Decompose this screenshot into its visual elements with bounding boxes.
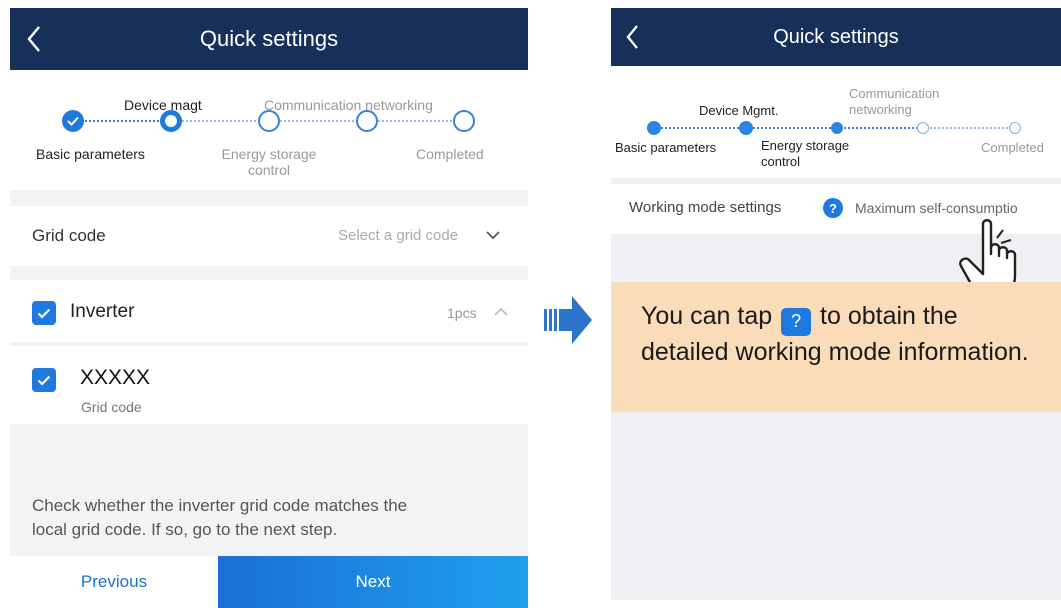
device-item-checkbox[interactable] <box>32 368 56 392</box>
step-label-completed: Completed <box>416 146 484 162</box>
step-label-communication: Communication networking <box>264 97 433 113</box>
question-badge-icon: ? <box>781 307 812 336</box>
step-dot-pending <box>453 110 475 132</box>
device-count: 1pcs <box>447 305 477 321</box>
left-header: Quick settings <box>10 8 528 70</box>
working-mode-value[interactable]: Maximum self-consumptio <box>855 200 1018 216</box>
left-stepper: Device magt Communication networking Bas… <box>10 70 528 190</box>
step-connector <box>841 127 921 129</box>
step-connector <box>378 120 464 122</box>
footer-bar: Previous Next <box>10 556 528 608</box>
arrow-right-icon <box>544 296 592 344</box>
step-dot-current <box>160 110 182 132</box>
right-stepper: Communication networking Device Mgmt. Ba… <box>611 66 1061 178</box>
right-header: Quick settings <box>611 8 1061 66</box>
step-label-basic-parameters: Basic parameters <box>615 140 717 155</box>
hint-text: Check whether the inverter grid code mat… <box>32 496 408 539</box>
step-connector <box>749 127 835 129</box>
step-dot-pending <box>356 110 378 132</box>
step-label-basic-parameters: Basic parameters <box>36 146 145 162</box>
step-dot-pending <box>258 110 280 132</box>
step-dot-done <box>62 110 84 132</box>
device-item-name: XXXXX <box>80 366 151 389</box>
device-group-name: Inverter <box>70 301 135 322</box>
inverter-checkbox[interactable] <box>32 301 56 325</box>
grid-code-label: Grid code <box>32 226 106 245</box>
chevron-down-icon <box>486 231 500 240</box>
step-dot-done <box>739 121 753 135</box>
grid-code-select[interactable]: Select a grid code <box>338 227 458 244</box>
step-label-completed: Completed <box>981 140 1044 155</box>
step-dot-done <box>647 121 661 135</box>
check-icon <box>37 308 51 319</box>
device-item[interactable]: XXXXX Grid code <box>10 346 528 424</box>
step-label-energy-storage: Energy storage control <box>221 146 317 178</box>
device-item-sublabel: Grid code <box>81 399 142 415</box>
step-dot-pending <box>1009 122 1021 134</box>
step-label-device-mgmt: Device Mgmt. <box>699 103 779 118</box>
step-label-device-magt: Device magt <box>124 97 202 113</box>
step-dot-pending <box>917 122 929 134</box>
working-mode-label: Working mode settings <box>629 199 782 216</box>
question-icon[interactable]: ? <box>823 198 843 218</box>
next-button[interactable]: Next <box>218 556 528 608</box>
check-icon <box>37 375 51 386</box>
left-phone-screen: Quick settings Device magt Communication… <box>10 8 528 608</box>
step-label-communication: Communication networking <box>849 86 940 117</box>
grid-code-row[interactable]: Grid code Select a grid code <box>10 206 528 266</box>
chevron-up-icon[interactable] <box>494 307 508 316</box>
step-connector <box>657 127 743 129</box>
step-connector <box>927 127 1011 129</box>
step-connector <box>82 120 170 122</box>
previous-button[interactable]: Previous <box>10 556 218 608</box>
page-title: Quick settings <box>773 25 899 48</box>
callout-text: You can tap ? to obtain the detailed wor… <box>641 302 1029 366</box>
step-connector <box>182 120 264 122</box>
right-phone-screen: Quick settings Communication networking … <box>611 8 1061 600</box>
step-label-energy-storage: Energy storage control <box>761 138 850 169</box>
device-group-inverter[interactable]: Inverter 1pcs <box>10 280 528 342</box>
page-title: Quick settings <box>199 26 339 51</box>
check-icon <box>67 116 79 126</box>
step-dot-current <box>831 122 843 134</box>
info-callout: You can tap ? to obtain the detailed wor… <box>611 282 1061 412</box>
step-connector <box>280 120 366 122</box>
